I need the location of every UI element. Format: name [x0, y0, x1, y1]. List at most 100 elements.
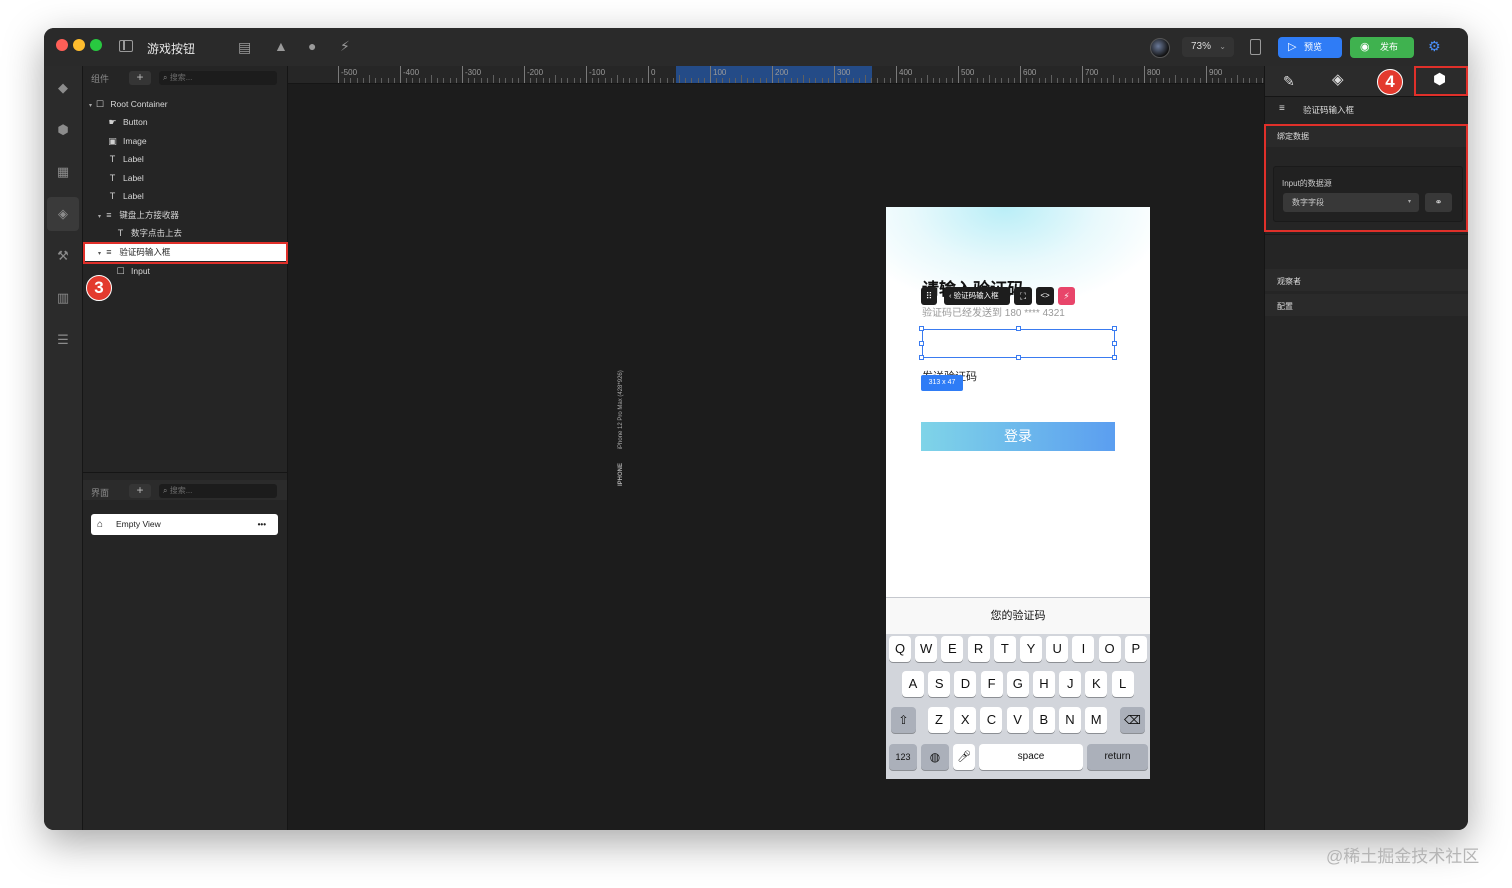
phone-preview[interactable]: 请输入验证码 验证码已经发送到 180 **** 4321 ⠿ ‹ 验证码输入框… [886, 207, 1150, 779]
tree-item-label[interactable]: T Label [107, 187, 144, 205]
ruler-minor-tick [982, 78, 984, 83]
ruler-minor-tick [617, 75, 618, 83]
lightning-icon[interactable]: ⚡ [340, 38, 350, 54]
preview-button[interactable]: ▷ 预览 [1278, 37, 1342, 58]
lightning-icon[interactable]: ⚡ [1058, 287, 1075, 305]
ruler-minor-tick [821, 78, 823, 83]
layers-icon[interactable]: ◈ [47, 197, 79, 231]
screen-search-input[interactable]: ⌕ 搜索... [159, 484, 277, 498]
more-options-icon[interactable]: ••• [258, 514, 266, 535]
add-component-button[interactable]: + [129, 71, 151, 85]
triangle-shape-icon[interactable]: ▲ [274, 38, 288, 54]
zoom-window-button[interactable] [90, 39, 102, 51]
shift-icon[interactable]: ⇧ [891, 707, 916, 733]
key-j[interactable]: J [1059, 671, 1082, 697]
key-d[interactable]: D [954, 671, 977, 697]
key-p[interactable]: P [1124, 636, 1147, 662]
code-icon[interactable]: <> [1036, 287, 1054, 305]
zoom-dropdown[interactable]: 73% ⌄ [1182, 37, 1234, 57]
key-h[interactable]: H [1033, 671, 1055, 697]
login-button[interactable]: 登录 [921, 422, 1115, 451]
project-title: 游戏按钮 [147, 42, 196, 56]
minimize-window-button[interactable] [73, 39, 85, 51]
observers-section-header[interactable]: 观察者 [1265, 269, 1468, 291]
screen-item-empty-view[interactable]: ⌂ Empty View ••• [91, 514, 278, 535]
key-m[interactable]: M [1085, 707, 1108, 733]
ruler-minor-tick [1156, 78, 1158, 83]
tree-item-digit-click[interactable]: T 数字点击上去 [115, 224, 182, 242]
backspace-icon[interactable]: ⌫ [1120, 707, 1145, 733]
ruler-minor-tick [1168, 78, 1170, 83]
document-icon[interactable]: ▤ [238, 39, 251, 55]
tree-item-label[interactable]: T Label [107, 169, 144, 187]
sidebar-toggle-icon[interactable] [119, 40, 133, 52]
globe-icon[interactable]: ◍ [921, 744, 949, 770]
key-e[interactable]: E [941, 636, 964, 662]
cube-icon[interactable]: ◆ [53, 78, 73, 98]
components-icon[interactable]: ⬢ [53, 120, 73, 140]
key-o[interactable]: O [1098, 636, 1121, 662]
key-w[interactable]: W [915, 636, 938, 662]
key-y[interactable]: Y [1020, 636, 1042, 662]
key-z[interactable]: Z [928, 707, 950, 733]
dashboard-icon[interactable]: ▥ [53, 288, 73, 308]
key-n[interactable]: N [1059, 707, 1081, 733]
selected-component-tag[interactable]: ‹ 验证码输入框 [944, 287, 1010, 305]
device-icon[interactable] [1250, 39, 1261, 55]
tree-item-keyboard-receiver[interactable]: ▾ ≡ 键盘上方接收器 [98, 206, 179, 224]
diamond-icon[interactable]: ◈ [1332, 72, 1344, 88]
resize-handle[interactable] [919, 341, 924, 346]
key-l[interactable]: L [1111, 671, 1134, 697]
design-canvas[interactable]: -500 -400 -300 -200 -100 0 100 200 300 400 500 600 7… [288, 66, 1264, 830]
tree-item-image[interactable]: ▣ Image [107, 132, 146, 150]
key-c[interactable]: C [980, 707, 1003, 733]
add-screen-button[interactable]: + [129, 484, 151, 498]
grid-layout-icon[interactable]: ▦ [53, 162, 73, 182]
resize-handle[interactable] [1112, 355, 1117, 360]
tree-item-input[interactable]: ☐ Input [115, 262, 149, 280]
close-window-button[interactable] [56, 39, 68, 51]
key-v[interactable]: V [1006, 707, 1029, 733]
brush-icon[interactable]: ✎ [1283, 73, 1295, 89]
key-q[interactable]: Q [889, 636, 911, 662]
resize-handle[interactable] [919, 326, 924, 331]
config-section-header[interactable]: 配置 [1265, 294, 1468, 316]
return-key[interactable]: return [1087, 744, 1148, 770]
code-input-field[interactable] [922, 329, 1115, 358]
key-a[interactable]: A [902, 671, 924, 697]
expand-icon[interactable]: ⛶ [1014, 287, 1032, 305]
resize-handle[interactable] [1112, 341, 1117, 346]
publish-button[interactable]: ◉ 发布 [1350, 37, 1414, 58]
key-u[interactable]: U [1046, 636, 1069, 662]
resize-handle[interactable] [919, 355, 924, 360]
key-k[interactable]: K [1085, 671, 1108, 697]
shapes-icon[interactable]: ● [308, 38, 316, 54]
numbers-key[interactable]: 123 [889, 744, 917, 770]
drag-handle-icon[interactable]: ⠿ [921, 287, 937, 305]
microphone-icon[interactable]: 🎤︎ [953, 744, 975, 770]
hammer-icon[interactable]: ⚒ [53, 246, 73, 266]
key-t[interactable]: T [993, 636, 1016, 662]
settings-sliders-icon[interactable]: ⚙ [1428, 38, 1441, 54]
watermark: @稀土掘金技术社区 [1326, 847, 1480, 866]
space-key[interactable]: space [979, 744, 1083, 770]
tree-item-button[interactable]: ☛ Button [107, 113, 147, 131]
key-s[interactable]: S [928, 671, 951, 697]
resize-handle[interactable] [1112, 326, 1117, 331]
tree-item-root-container[interactable]: ▾ ☐ Root Container [89, 95, 168, 113]
key-r[interactable]: R [967, 636, 990, 662]
key-i[interactable]: I [1072, 636, 1095, 662]
key-f[interactable]: F [980, 671, 1003, 697]
tree-item-label[interactable]: T Label [107, 150, 144, 168]
avatar[interactable] [1150, 38, 1170, 58]
table-icon[interactable]: ☰ [53, 330, 73, 350]
key-b[interactable]: B [1032, 707, 1055, 733]
component-search-placeholder: 搜索... [169, 73, 193, 82]
resize-handle[interactable] [1016, 326, 1021, 331]
ruler-minor-tick [362, 78, 364, 83]
component-search-input[interactable]: ⌕ 搜索... [159, 71, 277, 85]
panel-divider[interactable] [83, 472, 287, 473]
key-x[interactable]: X [954, 707, 977, 733]
resize-handle[interactable] [1016, 355, 1021, 360]
key-g[interactable]: G [1006, 671, 1029, 697]
